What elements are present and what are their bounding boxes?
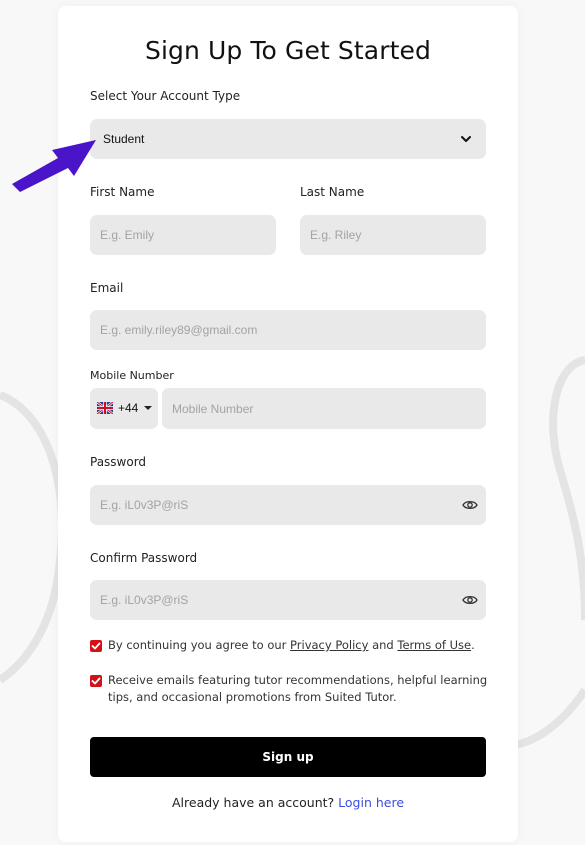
email-input[interactable] (90, 310, 486, 350)
confirm-password-input[interactable] (90, 580, 486, 620)
terms-prefix: By continuing you agree to our (108, 638, 291, 652)
last-name-label: Last Name (300, 185, 365, 199)
account-type-value: Student (103, 132, 145, 146)
uk-flag-icon (97, 402, 113, 414)
chevron-down-icon (461, 136, 471, 142)
confirm-password-label: Confirm Password (90, 551, 198, 565)
password-label: Password (90, 455, 147, 469)
terms-and: and (368, 638, 398, 652)
terms-checkbox[interactable] (90, 640, 102, 652)
mobile-label: Mobile Number (90, 369, 174, 382)
country-code-value: +44 (118, 401, 139, 415)
eye-icon[interactable] (462, 594, 478, 606)
marketing-checkbox[interactable] (90, 675, 102, 687)
caret-down-icon (144, 406, 152, 410)
last-name-input[interactable] (300, 215, 486, 255)
email-label: Email (90, 281, 124, 295)
privacy-policy-link[interactable]: Privacy Policy (290, 638, 368, 652)
checkmark-icon (91, 642, 101, 650)
country-code-select[interactable]: +44 (90, 388, 158, 429)
signup-card: Sign Up To Get Started Select Your Accou… (58, 6, 518, 842)
account-type-label: Select Your Account Type (90, 89, 241, 103)
terms-text: By continuing you agree to our Privacy P… (108, 637, 488, 654)
account-type-select[interactable]: Student (90, 119, 486, 159)
login-link[interactable]: Login here (338, 795, 404, 810)
sign-up-button[interactable]: Sign up (90, 737, 486, 777)
mobile-number-input[interactable] (162, 388, 486, 429)
marketing-text: Receive emails featuring tutor recommend… (108, 673, 488, 704)
password-input[interactable] (90, 485, 486, 525)
login-prompt-text: Already have an account? (171, 795, 339, 810)
checkmark-icon (91, 677, 101, 685)
login-prompt: Already have an account? Login here (58, 795, 518, 810)
first-name-input[interactable] (90, 215, 276, 255)
pointer-arrow-icon (12, 140, 96, 192)
page-title: Sign Up To Get Started (145, 36, 431, 65)
eye-icon[interactable] (462, 499, 478, 511)
terms-suffix: . (471, 638, 475, 652)
terms-of-use-link[interactable]: Terms of Use (397, 638, 471, 652)
